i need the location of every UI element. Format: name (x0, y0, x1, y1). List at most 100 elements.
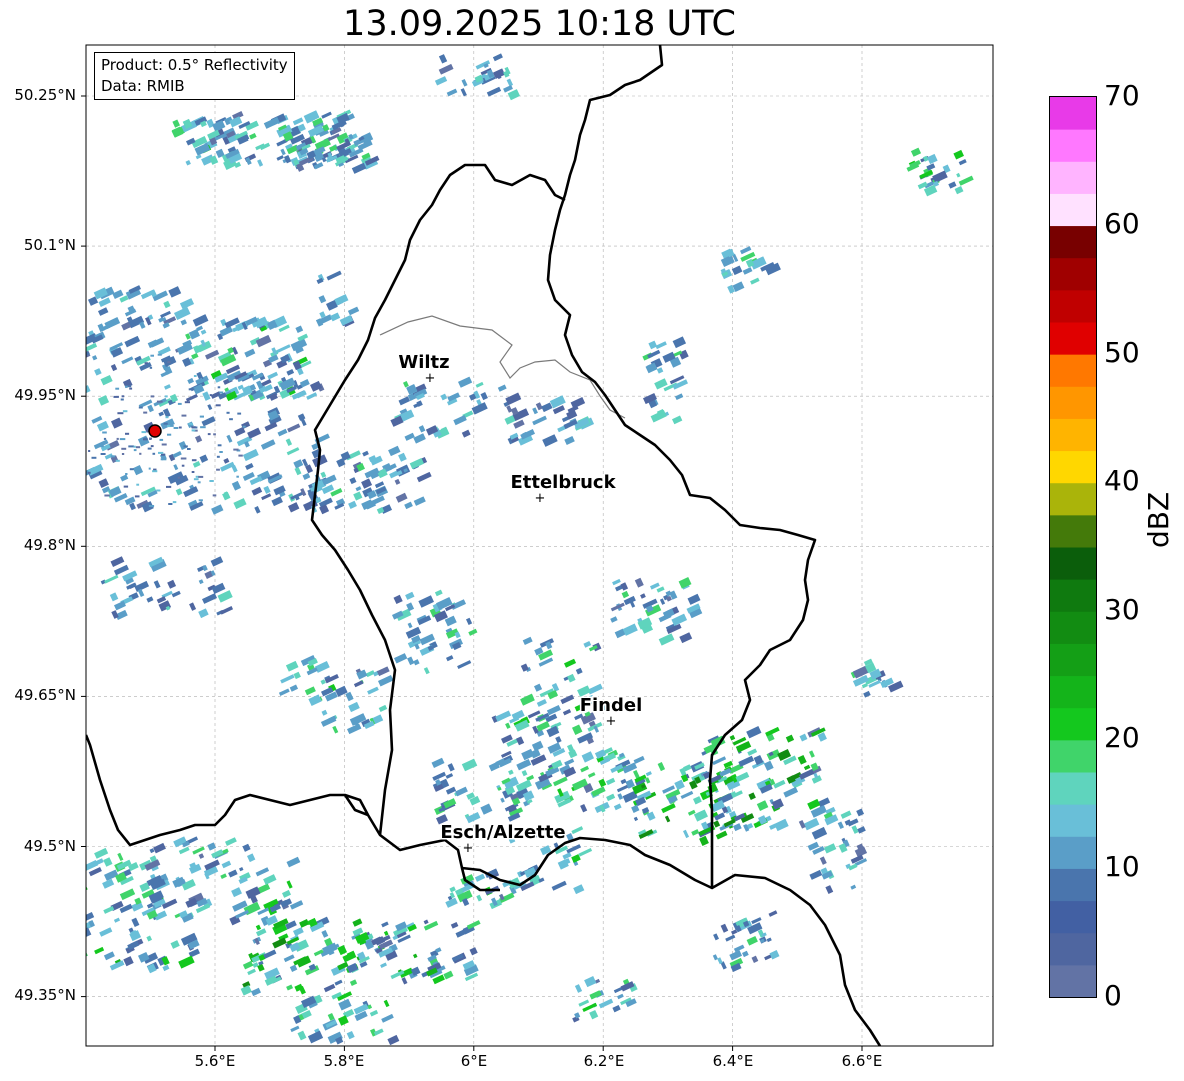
colorbar-segment (1050, 322, 1096, 355)
echo-cell (207, 433, 211, 436)
colorbar-tick: 0 (1104, 979, 1122, 1012)
colorbar-segment (1050, 547, 1096, 580)
city-label-ettelbruck: Ettelbruck (510, 472, 616, 493)
echo-cell (161, 453, 166, 456)
colorbar-segment (1050, 386, 1096, 419)
echo-cell (165, 416, 169, 419)
echo-cell (110, 455, 115, 458)
echo-cell (113, 395, 119, 398)
echo-cell (184, 401, 190, 404)
lon-label: 5.8°E (323, 1052, 365, 1070)
echo-cell (193, 375, 197, 377)
echo-cell (181, 414, 187, 417)
echo-cell (104, 494, 110, 497)
colorbar-segment (1050, 161, 1096, 194)
colorbar-tick: 30 (1104, 593, 1140, 626)
echo-cell (150, 445, 154, 448)
echo-cell (166, 485, 172, 488)
echo-cell (183, 445, 188, 448)
echo-cell (209, 480, 214, 482)
echo-cell (139, 452, 142, 455)
echo-cell (150, 395, 155, 398)
echo-cell (229, 418, 233, 421)
colorbar-segment (1050, 868, 1096, 902)
echo-cell (177, 476, 180, 479)
echo-cell (121, 453, 125, 455)
echo-cell (188, 422, 193, 425)
echo-cell (120, 398, 124, 401)
lon-label: 6.6°E (841, 1052, 883, 1070)
echo-cell (164, 395, 168, 398)
colorbar-segment (1050, 611, 1096, 644)
echo-cell (199, 415, 204, 418)
colorbar-tick: 20 (1104, 721, 1140, 754)
echo-cell (148, 505, 155, 507)
colorbar-tick: 50 (1104, 336, 1140, 369)
colorbar-segment (1050, 932, 1096, 966)
echo-cell (167, 361, 171, 364)
lat-label: 49.95°N (14, 386, 76, 404)
map-frame-bg (86, 45, 993, 1046)
echo-cell (117, 412, 124, 415)
echo-cell (198, 499, 203, 502)
echo-cell (73, 966, 82, 975)
echo-cell (129, 468, 134, 471)
echo-cell (129, 387, 133, 390)
echo-cell (200, 426, 206, 429)
echo-cell (148, 467, 151, 470)
colorbar-segment (1050, 804, 1096, 837)
echo-cell (158, 451, 164, 454)
echo-cell (156, 489, 161, 492)
echo-cell (136, 483, 140, 486)
colorbar-segment (1050, 675, 1096, 709)
echo-cell (236, 475, 239, 478)
colorbar-segment (1050, 193, 1096, 227)
colorbar-tick: 10 (1104, 850, 1140, 883)
map-title: 13.09.2025 10:18 UTC (343, 4, 736, 44)
colorbar-segment (1050, 225, 1096, 259)
echo-cell (163, 422, 168, 425)
echo-cell (121, 447, 127, 450)
echo-cell (147, 447, 152, 450)
lat-label: 49.65°N (14, 686, 76, 704)
echo-cell (157, 353, 162, 356)
echo-cell (169, 422, 174, 425)
echo-cell (216, 468, 220, 471)
echo-cell (125, 432, 130, 435)
city-cross-icon: + (463, 841, 474, 856)
colorbar-segment (1050, 129, 1096, 162)
echo-cell (119, 438, 126, 441)
echo-cell (87, 471, 91, 474)
echo-cell (198, 475, 204, 478)
lon-label: 6°E (460, 1052, 488, 1070)
echo-cell (180, 457, 187, 460)
colorbar-segment (1050, 289, 1096, 323)
echo-cell (135, 446, 141, 449)
echo-cell (123, 485, 129, 488)
echo-cell (242, 425, 246, 428)
echo-cell (191, 471, 195, 473)
echo-cell (217, 386, 221, 389)
echo-cell (160, 458, 167, 461)
colorbar-segment (1050, 739, 1096, 773)
echo-cell (115, 459, 120, 462)
colorbar-segment (1050, 482, 1096, 516)
echo-cell (116, 437, 119, 440)
echo-cell (86, 957, 87, 965)
echo-cell (122, 410, 128, 413)
echo-cell (91, 456, 97, 459)
colorbar-segment (1050, 514, 1096, 548)
echo-cell (138, 406, 143, 409)
echo-cell (197, 481, 201, 484)
echo-cell (167, 425, 171, 428)
lon-label: 5.6°E (194, 1052, 236, 1070)
lon-label: 6.2°E (583, 1052, 625, 1070)
colorbar-segment (1050, 257, 1096, 291)
echo-cell (125, 385, 128, 388)
lat-label: 49.5°N (23, 837, 76, 855)
echo-cell (188, 388, 195, 391)
echo-cell (159, 438, 164, 441)
echo-cell (144, 362, 148, 365)
echo-cell (219, 391, 224, 394)
echo-cell (125, 473, 128, 475)
